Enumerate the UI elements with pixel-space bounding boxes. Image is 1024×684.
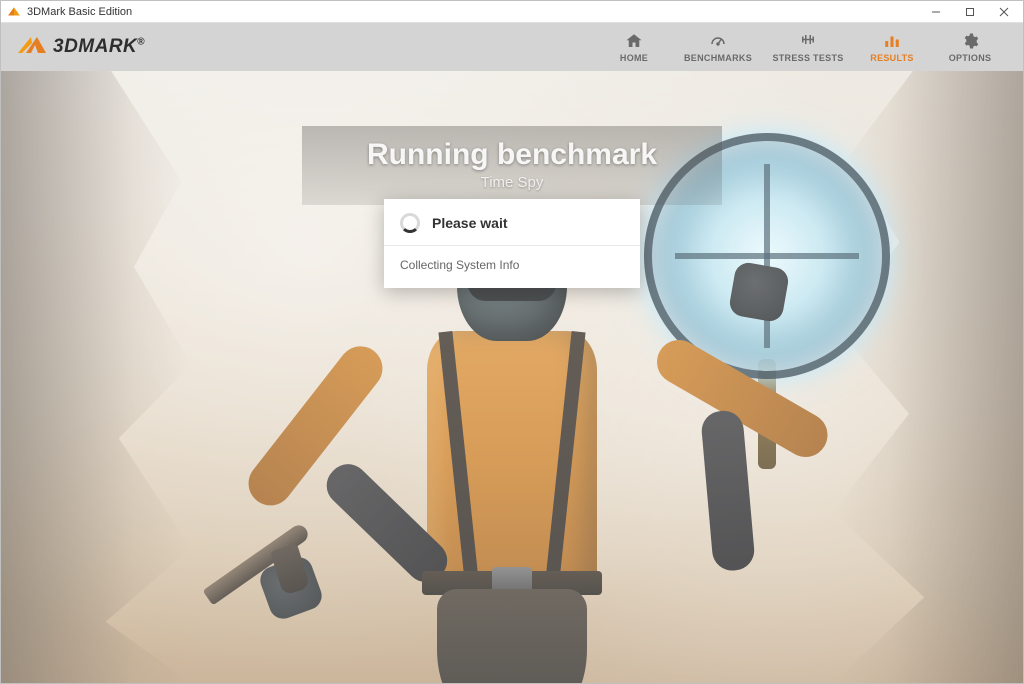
main-nav: HOME BENCHMARKS STRESS TESTS RESULTS	[595, 28, 1009, 67]
app-header: 3DMARK® HOME BENCHMARKS STRESS TESTS	[1, 23, 1023, 71]
nav-options[interactable]: OPTIONS	[931, 28, 1009, 67]
nav-results[interactable]: RESULTS	[853, 28, 931, 67]
progress-dialog: Please wait Collecting System Info	[384, 199, 640, 288]
logo-text: 3DMARK®	[53, 36, 145, 58]
bar-chart-icon	[883, 32, 901, 50]
nav-home[interactable]: HOME	[595, 28, 673, 67]
application-window: 3DMark Basic Edition 3DMARK®	[0, 0, 1024, 684]
close-button[interactable]	[987, 1, 1021, 23]
window-controls	[919, 1, 1021, 23]
benchmark-subtitle: Time Spy	[312, 174, 712, 191]
dialog-header: Please wait	[384, 199, 640, 246]
nav-label: OPTIONS	[949, 53, 992, 63]
gauge-icon	[709, 32, 727, 50]
nav-benchmarks[interactable]: BENCHMARKS	[673, 28, 763, 67]
titlebar: 3DMark Basic Edition	[1, 1, 1023, 23]
weight-icon	[799, 32, 817, 50]
dialog-title: Please wait	[432, 215, 508, 231]
nav-label: HOME	[620, 53, 648, 63]
home-icon	[625, 32, 643, 50]
background-scene: Running benchmark Time Spy Please wait C…	[1, 71, 1023, 683]
nav-stress-tests[interactable]: STRESS TESTS	[763, 28, 853, 67]
nav-label: STRESS TESTS	[772, 53, 843, 63]
window-title: 3DMark Basic Edition	[27, 6, 919, 18]
benchmark-heading: Running benchmark Time Spy	[302, 126, 722, 205]
nav-label: BENCHMARKS	[684, 53, 752, 63]
logo-icon	[17, 34, 47, 61]
dialog-status: Collecting System Info	[384, 246, 640, 288]
app-icon	[7, 5, 21, 19]
maximize-button[interactable]	[953, 1, 987, 23]
gear-icon	[961, 32, 979, 50]
benchmark-title: Running benchmark	[312, 138, 712, 172]
minimize-button[interactable]	[919, 1, 953, 23]
app-logo: 3DMARK®	[17, 34, 145, 61]
nav-label: RESULTS	[870, 53, 913, 63]
spinner-icon	[400, 213, 420, 233]
